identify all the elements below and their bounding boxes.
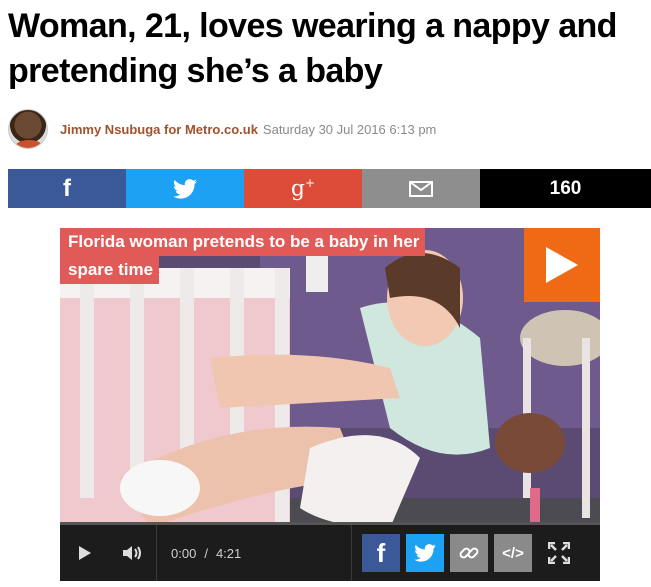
- video-player[interactable]: Florida woman pretends to be a baby in h…: [60, 228, 600, 581]
- email-icon: [409, 180, 433, 197]
- share-email-button[interactable]: [362, 169, 480, 208]
- twitter-icon: [414, 544, 436, 562]
- share-bar: f g+ 160: [8, 169, 651, 208]
- volume-icon: [123, 546, 141, 560]
- share-twitter-button[interactable]: [126, 169, 244, 208]
- share-googleplus-button[interactable]: g+: [244, 169, 362, 208]
- video-title-line-2: spare time: [60, 256, 160, 284]
- play-icon: [546, 247, 578, 283]
- author-avatar[interactable]: [8, 109, 48, 149]
- time-separator: /: [204, 545, 208, 561]
- volume-button[interactable]: [110, 525, 156, 581]
- share-facebook-button[interactable]: f: [8, 169, 126, 208]
- big-play-button[interactable]: [524, 228, 600, 302]
- publish-date: Saturday 30 Jul 2016 6:13 pm: [262, 121, 437, 137]
- author-link[interactable]: Jimmy Nsubuga for Metro.co.uk: [60, 122, 258, 137]
- video-controls: 0:00 / 4:21 f </>: [60, 525, 600, 581]
- link-icon: [459, 547, 479, 559]
- google-plus-icon: g+: [290, 175, 316, 202]
- video-copy-link-button[interactable]: [450, 534, 488, 572]
- facebook-icon: f: [63, 174, 71, 202]
- facebook-icon: f: [376, 537, 386, 568]
- time-display: 0:00 / 4:21: [157, 525, 351, 581]
- embed-icon: </>: [502, 544, 524, 562]
- twitter-icon: [173, 178, 197, 199]
- video-title-line-1: Florida woman pretends to be a baby in h…: [60, 228, 426, 256]
- article-headline: Woman, 21, loves wearing a nappy and pre…: [8, 7, 617, 90]
- share-count: 160: [480, 169, 651, 208]
- byline: Jimmy Nsubuga for Metro.co.uk Saturday 3…: [8, 108, 436, 150]
- duration: 4:21: [215, 545, 242, 561]
- video-title[interactable]: Florida woman pretends to be a baby in h…: [60, 228, 470, 284]
- current-time: 0:00: [171, 545, 197, 561]
- video-embed-button[interactable]: </>: [494, 534, 532, 572]
- play-icon: [79, 546, 91, 560]
- fullscreen-button[interactable]: [536, 525, 582, 581]
- video-share-facebook-button[interactable]: f: [362, 534, 400, 572]
- video-share-twitter-button[interactable]: [406, 534, 444, 572]
- play-button[interactable]: [60, 525, 110, 581]
- control-divider: [351, 525, 352, 581]
- fullscreen-icon: [548, 542, 570, 564]
